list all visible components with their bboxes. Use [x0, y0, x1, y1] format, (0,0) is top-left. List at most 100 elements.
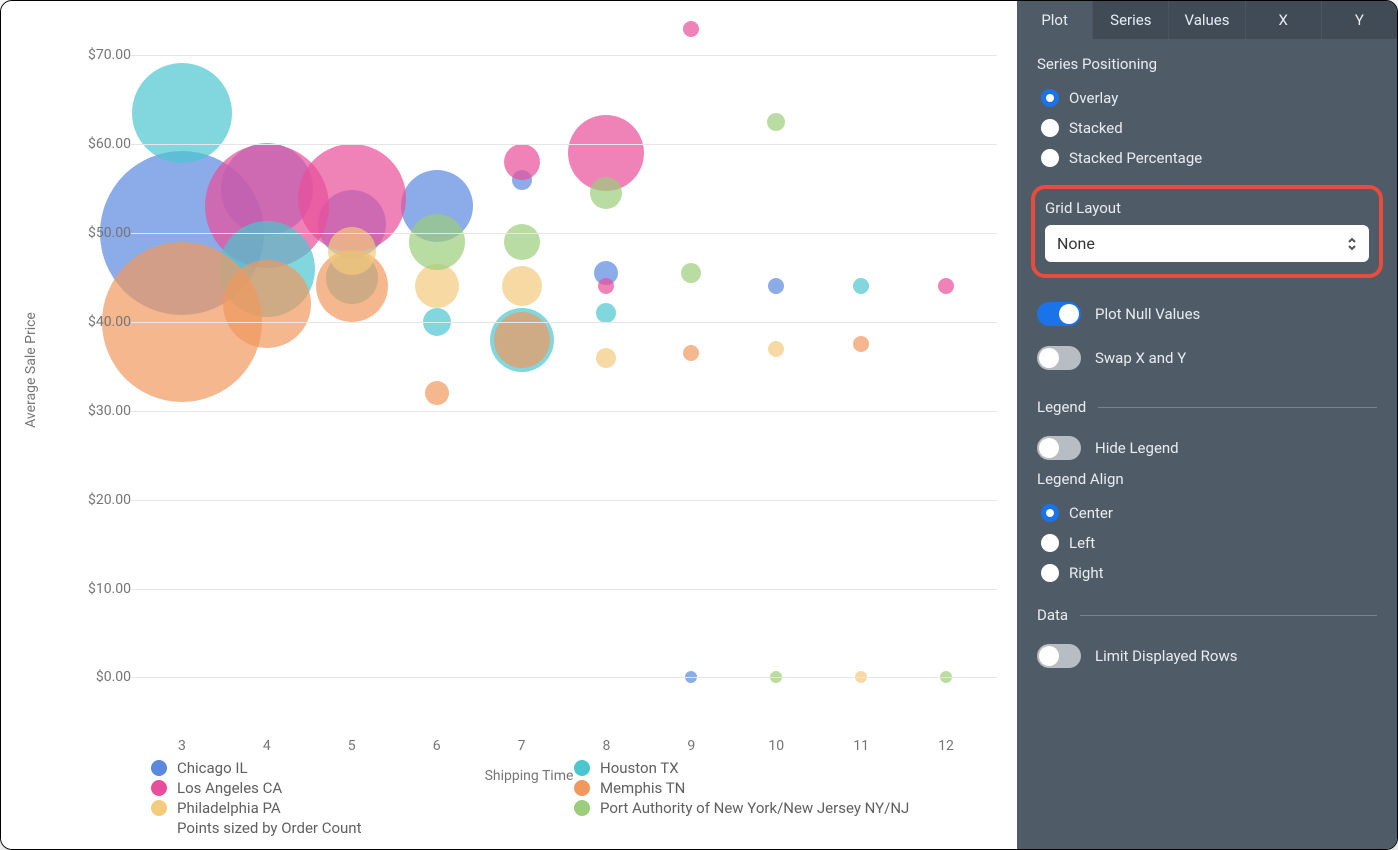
x-tick-label: 12 [938, 738, 954, 754]
legend-item[interactable]: Memphis TN [574, 779, 997, 797]
chart-panel: Average Sale Price Shipping Time $0.00$1… [1, 1, 1017, 849]
bubble-point[interactable] [683, 345, 699, 361]
bubble-point[interactable] [494, 312, 550, 368]
series-positioning-title: Series Positioning [1037, 55, 1377, 73]
bubble-point[interactable] [596, 303, 616, 323]
x-tick-label: 5 [348, 738, 356, 754]
hide-legend-toggle[interactable] [1037, 436, 1081, 460]
bubble-point[interactable] [853, 336, 869, 352]
chevron-up-down-icon [1347, 237, 1357, 251]
series-positioning-stacked[interactable]: Stacked [1041, 113, 1377, 143]
bubble-point[interactable] [504, 224, 540, 260]
legend-align-group: Center Left Right [1037, 498, 1377, 588]
bubble-point[interactable] [596, 348, 616, 368]
legend-dot-icon [574, 780, 590, 796]
bubble-point[interactable] [502, 266, 542, 306]
gridline [131, 55, 997, 56]
grid-layout-value: None [1057, 234, 1095, 253]
bubble-point[interactable] [853, 278, 869, 294]
gridline [131, 144, 997, 145]
gridline [131, 322, 997, 323]
series-positioning-overlay[interactable]: Overlay [1041, 83, 1377, 113]
x-tick-label: 9 [687, 738, 695, 754]
radio-icon [1041, 119, 1059, 137]
bubble-point[interactable] [768, 341, 784, 357]
series-positioning-stacked-percentage[interactable]: Stacked Percentage [1041, 143, 1377, 173]
y-axis-title: Average Sale Price [23, 312, 39, 428]
bubble-point[interactable] [598, 278, 614, 294]
tab-series[interactable]: Series [1092, 1, 1168, 39]
tab-values[interactable]: Values [1168, 1, 1244, 39]
x-tick-label: 10 [768, 738, 784, 754]
hide-legend-label: Hide Legend [1095, 439, 1179, 457]
legend-item[interactable]: Houston TX [574, 759, 997, 777]
y-tick-label: $30.00 [61, 403, 131, 419]
legend-label: Los Angeles CA [177, 779, 282, 797]
gridline [131, 411, 997, 412]
radio-icon [1041, 534, 1059, 552]
legend-note: Points sized by Order Count [151, 819, 997, 837]
radio-label: Left [1069, 534, 1095, 552]
bubble-point[interactable] [681, 263, 701, 283]
bubble-point[interactable] [590, 177, 622, 209]
grid-layout-select[interactable]: None [1045, 225, 1369, 262]
plot-null-values-toggle[interactable] [1037, 302, 1081, 326]
x-tick-label: 3 [178, 738, 186, 754]
swap-xy-toggle[interactable] [1037, 346, 1081, 370]
y-tick-label: $50.00 [61, 225, 131, 241]
legend-label: Houston TX [600, 759, 679, 777]
plot-null-values-label: Plot Null Values [1095, 305, 1200, 323]
legend-item[interactable]: Philadelphia PA [151, 799, 574, 817]
bubble-point[interactable] [415, 264, 459, 308]
bubble-point[interactable] [223, 260, 311, 348]
settings-sidebar: PlotSeriesValuesXY Series Positioning Ov… [1017, 1, 1397, 849]
limit-rows-label: Limit Displayed Rows [1095, 647, 1237, 665]
legend-dot-icon [151, 760, 167, 776]
legend-dot-icon [151, 800, 167, 816]
bubble-point[interactable] [767, 113, 785, 131]
radio-label: Center [1069, 504, 1113, 522]
legend-label: Philadelphia PA [177, 799, 281, 817]
bubble-point[interactable] [938, 278, 954, 294]
legend-align-left[interactable]: Left [1041, 528, 1377, 558]
bubble-point[interactable] [768, 278, 784, 294]
app-window: Average Sale Price Shipping Time $0.00$1… [0, 0, 1398, 850]
x-tick-label: 4 [263, 738, 271, 754]
bubble-point[interactable] [409, 214, 465, 270]
y-tick-label: $20.00 [61, 492, 131, 508]
plot-area: Average Sale Price Shipping Time $0.00$1… [51, 11, 1007, 729]
bubble-point[interactable] [425, 381, 449, 405]
x-tick-label: 8 [603, 738, 611, 754]
legend-item[interactable]: Port Authority of New York/New Jersey NY… [574, 799, 997, 817]
bubble-point[interactable] [683, 21, 699, 37]
radio-label: Stacked Percentage [1069, 149, 1202, 167]
y-tick-label: $60.00 [61, 136, 131, 152]
tab-y[interactable]: Y [1321, 1, 1397, 39]
y-tick-label: $70.00 [61, 47, 131, 63]
grid-layout-highlight: Grid Layout None [1031, 185, 1383, 278]
plot-tab-body: Series Positioning Overlay Stacked Stacked… [1017, 39, 1397, 694]
radio-icon [1041, 564, 1059, 582]
legend-dot-icon [151, 780, 167, 796]
legend-item[interactable]: Chicago IL [151, 759, 574, 777]
legend-dot-icon [574, 800, 590, 816]
legend-label: Chicago IL [177, 759, 248, 777]
radio-label: Stacked [1069, 119, 1123, 137]
chart-plot: Average Sale Price Shipping Time $0.00$1… [51, 11, 1007, 729]
legend-align-right[interactable]: Right [1041, 558, 1377, 588]
legend-align-center[interactable]: Center [1041, 498, 1377, 528]
radio-icon [1041, 504, 1059, 522]
x-tick-label: 11 [853, 738, 869, 754]
legend-label: Memphis TN [600, 779, 685, 797]
bubbles-layer [131, 11, 997, 704]
legend: Chicago IL Houston TX Los Angeles CA Memphi… [151, 759, 997, 837]
tab-x[interactable]: X [1245, 1, 1321, 39]
tabs: PlotSeriesValuesXY [1017, 1, 1397, 39]
limit-rows-toggle[interactable] [1037, 644, 1081, 668]
legend-item[interactable]: Los Angeles CA [151, 779, 574, 797]
bubble-point[interactable] [132, 63, 232, 163]
bubble-point[interactable] [504, 144, 540, 180]
y-tick-label: $10.00 [61, 581, 131, 597]
x-tick-label: 6 [433, 738, 441, 754]
tab-plot[interactable]: Plot [1017, 1, 1092, 39]
